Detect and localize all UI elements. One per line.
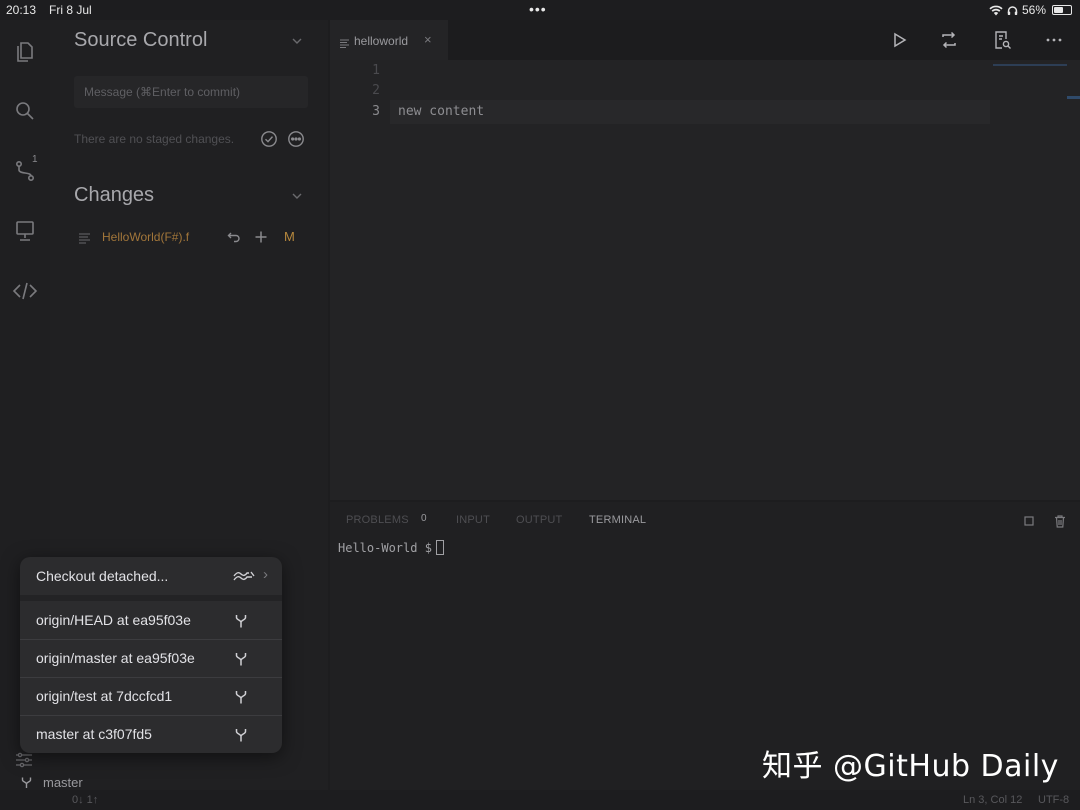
discard-changes-icon[interactable] xyxy=(226,229,242,245)
settings-sliders-icon[interactable] xyxy=(14,750,34,770)
changes-title: Changes xyxy=(74,184,155,206)
tab-label: helloworld xyxy=(354,34,409,48)
code-line[interactable]: new content xyxy=(398,104,484,119)
line-number: 1 xyxy=(372,63,380,78)
more-icon[interactable] xyxy=(1044,30,1064,50)
trash-icon[interactable] xyxy=(1053,514,1067,528)
tab-terminal[interactable]: TERMINAL xyxy=(589,514,646,526)
changed-file-name: HelloWorld(F#).f xyxy=(102,230,190,244)
problems-count: 0 xyxy=(421,513,427,524)
menu-item-label: origin/master at ea95f03e xyxy=(36,650,195,666)
remote-explorer-icon[interactable] xyxy=(12,218,38,244)
terminal-prompt-text: Hello-World $ xyxy=(338,541,432,555)
detached-head-icon xyxy=(233,568,255,584)
modified-status-badge: M xyxy=(284,229,295,244)
wifi-icon xyxy=(989,5,1003,15)
explorer-icon[interactable] xyxy=(12,38,38,64)
commit-check-icon[interactable] xyxy=(260,130,278,148)
menu-item-branch[interactable]: origin/master at ea95f03e xyxy=(20,639,282,677)
menu-item-branch[interactable]: origin/test at 7dccfcd1 xyxy=(20,677,282,715)
menu-item-label: Checkout detached... xyxy=(36,568,169,584)
tab-input[interactable]: INPUT xyxy=(456,514,490,526)
menu-item-branch[interactable]: origin/HEAD at ea95f03e xyxy=(20,601,282,639)
battery-icon xyxy=(1052,5,1072,15)
source-control-badge: 1 xyxy=(32,154,38,165)
branch-checkout-menu: Checkout detached... › origin/HEAD at ea… xyxy=(20,557,282,753)
commit-message-input[interactable] xyxy=(74,76,308,108)
branch-icon xyxy=(233,613,249,629)
cursor-position[interactable]: Ln 3, Col 12 xyxy=(963,794,1022,806)
search-icon[interactable] xyxy=(12,98,38,124)
editor-tab-bar: helloworld × xyxy=(330,20,1080,60)
terminal-cursor xyxy=(435,540,444,555)
line-number: 3 xyxy=(372,104,380,119)
menu-item-branch[interactable]: master at c3f07fd5 xyxy=(20,715,282,753)
code-icon[interactable] xyxy=(12,278,38,304)
stage-changes-icon[interactable] xyxy=(253,229,269,245)
tab-problems[interactable]: PROBLEMS xyxy=(346,514,409,526)
date: Fri 8 Jul xyxy=(49,3,92,17)
more-actions-icon[interactable] xyxy=(287,130,305,148)
chevron-down-icon[interactable] xyxy=(290,189,304,203)
chevron-right-icon: › xyxy=(263,566,268,583)
branch-icon xyxy=(233,727,249,743)
branch-icon xyxy=(233,689,249,705)
terminal-prompt[interactable]: Hello-World $ xyxy=(338,540,444,555)
branch-indicator[interactable]: master xyxy=(20,774,83,790)
status-indicators: 56% xyxy=(989,3,1072,17)
battery-percent: 56% xyxy=(1021,3,1046,17)
code-editor[interactable]: 1 2 3 new content xyxy=(330,60,1080,500)
branch-name: master xyxy=(43,774,83,790)
line-number: 2 xyxy=(372,83,380,98)
branch-icon xyxy=(21,777,32,788)
checkout-detached-item[interactable]: Checkout detached... › xyxy=(20,557,282,595)
sync-status[interactable]: 0↓ 1↑ xyxy=(72,794,98,806)
run-icon[interactable] xyxy=(889,30,909,50)
panel-title: Source Control xyxy=(74,29,208,51)
menu-item-label: origin/test at 7dccfcd1 xyxy=(36,688,173,704)
branch-icon xyxy=(233,651,249,667)
editor-area: helloworld × 1 2 3 new content PROBLEMS … xyxy=(330,20,1080,790)
minimap[interactable] xyxy=(993,64,1067,66)
no-staged-message: There are no staged changes. xyxy=(74,132,235,146)
chevron-down-icon[interactable] xyxy=(290,34,304,48)
file-lines-icon xyxy=(340,35,350,48)
compare-changes-icon[interactable] xyxy=(939,30,959,50)
multitasking-dots-icon[interactable]: ••• xyxy=(529,1,547,17)
preview-document-icon[interactable] xyxy=(992,30,1012,50)
scrollbar-marker[interactable] xyxy=(1067,96,1080,99)
system-status-bar: 20:13 Fri 8 Jul ••• 56% xyxy=(0,0,1080,20)
changed-file-row[interactable]: HelloWorld(F#).f M xyxy=(74,226,308,250)
headphones-icon xyxy=(1007,5,1018,15)
clock: 20:13 xyxy=(6,3,37,17)
menu-item-label: origin/HEAD at ea95f03e xyxy=(36,612,191,628)
close-icon[interactable]: × xyxy=(424,32,432,47)
file-encoding[interactable]: UTF-8 xyxy=(1038,794,1069,806)
watermark: 知乎 @GitHub Daily xyxy=(762,749,1059,784)
menu-item-label: master at c3f07fd5 xyxy=(36,726,152,742)
tab-helloworld[interactable]: helloworld × xyxy=(330,20,448,60)
file-lines-icon xyxy=(78,231,92,245)
maximize-panel-icon[interactable] xyxy=(1022,514,1036,528)
editor-status-bar: 0↓ 1↑ Ln 3, Col 12 UTF-8 xyxy=(0,790,1080,810)
tab-output[interactable]: OUTPUT xyxy=(516,514,562,526)
